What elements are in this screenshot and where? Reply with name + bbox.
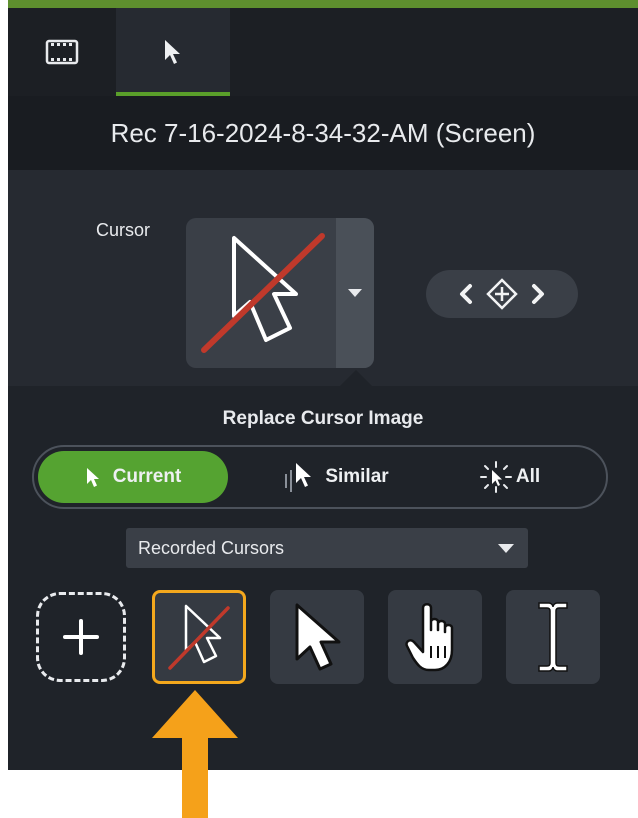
keyframe-navigator: [426, 270, 578, 318]
keyframe-nav-icon: [460, 278, 544, 310]
replace-similar-option[interactable]: Similar: [256, 451, 416, 503]
chevron-down-icon: [498, 544, 514, 553]
add-custom-cursor-button[interactable]: [36, 592, 126, 682]
popup-pointer: [340, 370, 372, 386]
replace-current-label: Current: [112, 466, 182, 487]
hand-cursor-icon: [405, 603, 454, 672]
cursor-tile-hidden[interactable]: [152, 590, 246, 684]
tab-cursor-properties[interactable]: [116, 8, 230, 96]
replace-scope-segmented-control: Current Similar All: [32, 445, 608, 509]
cursor-tile-arrow[interactable]: [270, 590, 364, 684]
previous-keyframe-icon[interactable]: [460, 284, 472, 304]
replace-all-option[interactable]: All: [444, 451, 574, 503]
replace-current-option[interactable]: Current: [38, 451, 228, 503]
cursor-label: Cursor: [96, 220, 151, 240]
arrow-cursor-icon: [295, 603, 341, 671]
similar-cursors-icon: [285, 463, 312, 492]
replace-all-label: All: [515, 466, 541, 487]
hidden-cursor-icon: [168, 604, 230, 670]
replace-similar-label: Similar: [325, 466, 389, 487]
annotation-arrow-icon: [152, 690, 238, 818]
cursor-source-dropdown[interactable]: Recorded Cursors: [126, 528, 528, 568]
next-keyframe-icon[interactable]: [532, 284, 544, 304]
tab-visual-properties[interactable]: [8, 8, 116, 96]
top-accent-line: [8, 0, 638, 8]
properties-tabs: [8, 8, 638, 96]
add-keyframe-icon[interactable]: [486, 278, 518, 310]
all-cursors-icon: [479, 461, 512, 493]
cursor-source-value: Recorded Cursors: [138, 537, 285, 558]
cursor-properties-panel: Rec 7-16-2024-8-34-32-AM (Screen) Cursor: [8, 0, 638, 770]
add-icon: [63, 619, 99, 655]
text-cursor-icon: [538, 602, 568, 672]
cursor-property-row: Cursor: [8, 170, 638, 386]
chevron-down-icon: [348, 289, 362, 297]
replace-cursor-title: Replace Cursor Image: [222, 408, 424, 429]
media-title-text: Rec 7-16-2024-8-34-32-AM (Screen): [110, 117, 536, 148]
film-strip-icon: [45, 39, 79, 65]
cursor-tile-hand[interactable]: [388, 590, 482, 684]
cursor-image-picker[interactable]: [186, 218, 374, 368]
cursor-arrow-icon: [165, 40, 180, 64]
cursor-dropdown-button[interactable]: [336, 218, 374, 368]
cursor-tile-text[interactable]: [506, 590, 600, 684]
cursor-arrow-icon: [86, 468, 99, 487]
hidden-cursor-icon: [201, 233, 325, 353]
media-title: Rec 7-16-2024-8-34-32-AM (Screen): [8, 96, 638, 170]
